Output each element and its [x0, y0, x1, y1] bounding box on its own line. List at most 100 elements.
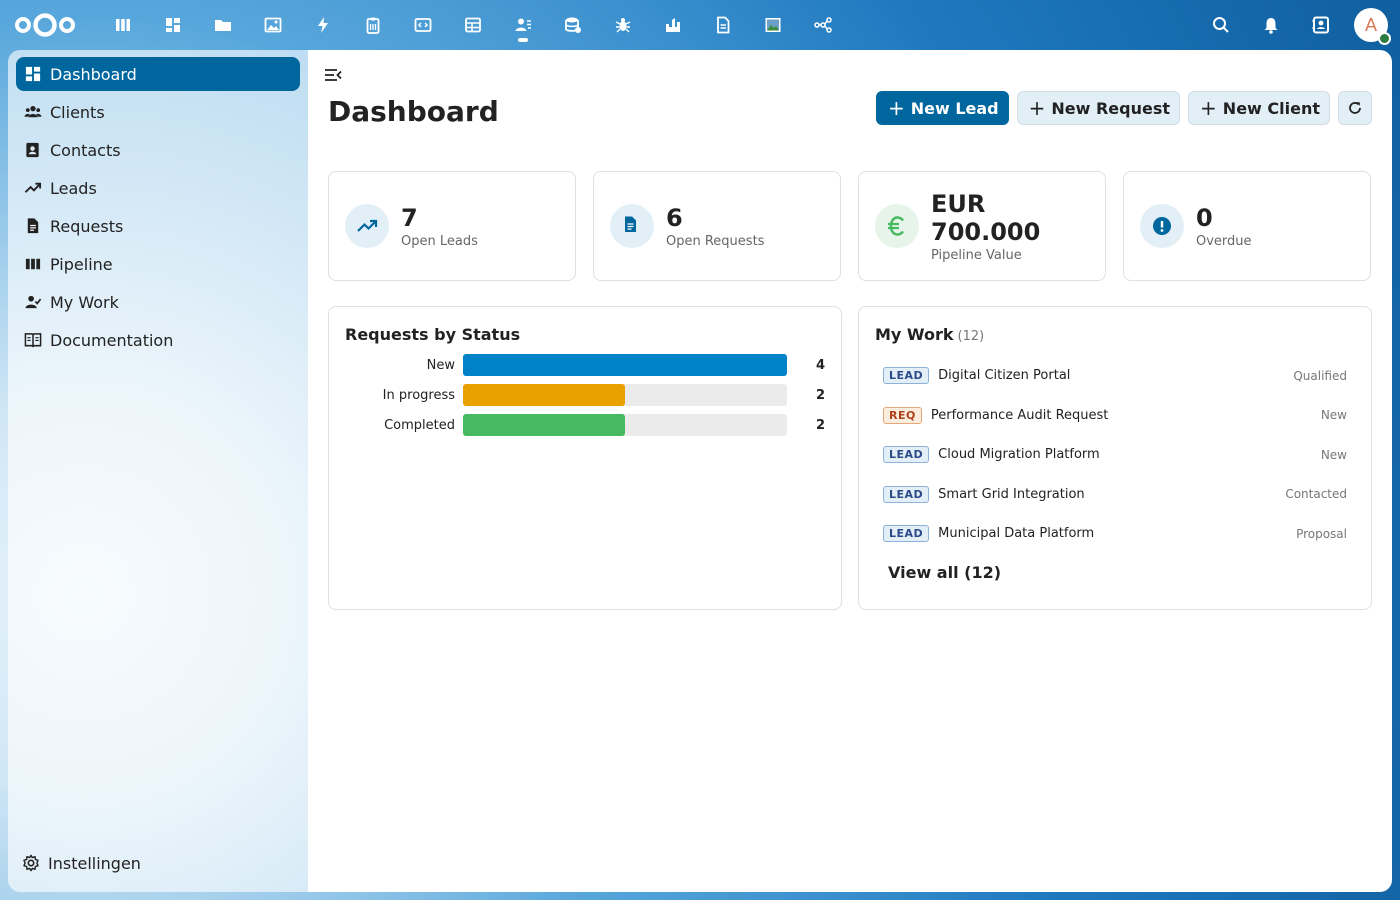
list-item[interactable]: LEAD Digital Citizen Portal Qualified: [875, 356, 1355, 396]
settings-label: Instellingen: [48, 853, 141, 873]
requests-card-title: Requests by Status: [345, 325, 521, 344]
files-app-icon[interactable]: [198, 0, 248, 50]
activity-app-icon[interactable]: [298, 0, 348, 50]
stat-label: Pipeline Value: [931, 247, 1022, 263]
work-item-name: Digital Citizen Portal: [938, 368, 1071, 384]
nextcloud-logo[interactable]: [14, 11, 76, 39]
work-item-name: Smart Grid Integration: [938, 486, 1085, 502]
dashboard-app-icon[interactable]: [148, 0, 198, 50]
castle-app-icon[interactable]: [648, 0, 698, 50]
work-item-name: Cloud Migration Platform: [938, 447, 1100, 463]
stat-card-open-requests: 6 Open Requests: [593, 171, 841, 281]
page-actions: + New Lead + New Request + New Client: [875, 91, 1372, 125]
sidebar-item-label: Contacts: [50, 140, 121, 160]
stat-card-pipeline-value: EUR 700.000 Pipeline Value: [858, 171, 1106, 281]
work-item-status: New: [1320, 408, 1347, 423]
user-check-icon: [25, 295, 42, 309]
sidebar-item-label: My Work: [50, 292, 119, 312]
new-lead-button[interactable]: + New Lead: [875, 91, 1009, 125]
trend-up-icon: [345, 204, 389, 248]
sidebar-item-dashboard[interactable]: Dashboard: [16, 57, 300, 91]
document-icon: [27, 218, 39, 234]
tables-app-icon[interactable]: [448, 0, 498, 50]
stat-value: 6: [666, 203, 683, 232]
stat-value: 0: [1196, 203, 1213, 232]
pipeline-icon: [25, 258, 41, 270]
user-avatar[interactable]: A: [1354, 8, 1391, 45]
search-icon[interactable]: [1196, 0, 1246, 50]
sidebar-toggle-icon[interactable]: [324, 68, 342, 82]
stat-value: EUR 700.000: [931, 189, 1041, 246]
view-all-link[interactable]: View all (12): [888, 563, 1001, 582]
stat-card-open-leads: 7 Open Leads: [328, 171, 576, 281]
sidebar-item-clients[interactable]: Clients: [16, 95, 300, 129]
list-item[interactable]: LEAD Municipal Data Platform Proposal: [875, 514, 1355, 554]
list-item[interactable]: REQ Performance Audit Request New: [875, 396, 1355, 436]
contacts-app-icon[interactable]: [498, 0, 548, 50]
new-client-label: New Client: [1222, 98, 1320, 118]
stat-card-overdue: 0 Overdue: [1123, 171, 1371, 281]
gear-icon: [23, 854, 39, 872]
top-bar: A: [0, 0, 1400, 50]
clipboard-app-icon[interactable]: [348, 0, 398, 50]
sidebar-item-label: Clients: [50, 102, 105, 122]
new-client-button[interactable]: + New Client: [1188, 91, 1330, 125]
contact-card-icon: [26, 142, 39, 158]
flow-app-icon[interactable]: [798, 0, 848, 50]
picture-app-icon[interactable]: [748, 0, 798, 50]
stat-label: Open Leads: [401, 233, 478, 249]
page-title: Dashboard: [328, 95, 499, 128]
type-badge: REQ: [883, 406, 922, 424]
deck-app-icon[interactable]: [98, 0, 148, 50]
work-item-status: Contacted: [1285, 487, 1347, 502]
sidebar-item-leads[interactable]: Leads: [16, 171, 300, 205]
app-menu: [98, 0, 848, 50]
database-app-icon[interactable]: [548, 0, 598, 50]
sidebar-item-contacts[interactable]: Contacts: [16, 133, 300, 167]
work-item-name: Performance Audit Request: [930, 407, 1109, 423]
type-badge: LEAD: [883, 446, 930, 464]
code-app-icon[interactable]: [398, 0, 448, 50]
trend-icon: [24, 182, 42, 193]
book-icon: [24, 333, 42, 348]
list-item[interactable]: LEAD Smart Grid Integration Contacted: [875, 475, 1355, 515]
sidebar-item-my-work[interactable]: My Work: [16, 285, 300, 319]
users-icon: [24, 106, 42, 118]
stat-label: Open Requests: [666, 233, 765, 249]
stats-row: 7 Open Leads 6 Open Requests EUR 700.000 …: [328, 171, 1371, 281]
sidebar-item-label: Dashboard: [50, 64, 137, 84]
sidebar-item-pipeline[interactable]: Pipeline: [16, 247, 300, 281]
sidebar-item-label: Pipeline: [50, 254, 113, 274]
euro-icon: [875, 204, 919, 248]
bar: [463, 354, 787, 376]
refresh-button[interactable]: [1338, 91, 1372, 125]
refresh-icon: [1349, 102, 1361, 114]
my-work-list: LEAD Digital Citizen Portal Qualified RE…: [875, 356, 1355, 554]
notifications-bell-icon[interactable]: [1246, 0, 1296, 50]
sidebar-item-label: Leads: [50, 178, 97, 198]
stat-label: Overdue: [1196, 233, 1252, 249]
main-content: Dashboard + New Lead + New Request + New…: [308, 50, 1392, 892]
plus-icon: +: [887, 96, 905, 120]
work-item-status: Proposal: [1296, 526, 1347, 541]
new-request-button[interactable]: + New Request: [1016, 91, 1181, 125]
type-badge: LEAD: [883, 367, 930, 385]
sidebar-item-requests[interactable]: Requests: [16, 209, 300, 243]
sidebar-item-label: Requests: [50, 216, 124, 236]
bug-app-icon[interactable]: [598, 0, 648, 50]
work-item-status: New: [1320, 447, 1347, 462]
work-item-name: Municipal Data Platform: [938, 526, 1095, 542]
type-badge: LEAD: [883, 485, 930, 503]
bar-value-label: 2: [816, 418, 825, 433]
alert-icon: [1140, 204, 1184, 248]
requests-by-status-card: Requests by Status New 4 In progress 2 Compl…: [328, 306, 842, 610]
photos-app-icon[interactable]: [248, 0, 298, 50]
dashboard-icon: [25, 66, 41, 82]
settings-button[interactable]: Instellingen: [16, 846, 141, 880]
sidebar-item-documentation[interactable]: Documentation: [16, 323, 300, 357]
contacts-menu-icon[interactable]: [1296, 0, 1346, 50]
list-item[interactable]: LEAD Cloud Migration Platform New: [875, 435, 1355, 475]
bar: [463, 414, 625, 436]
document-app-icon[interactable]: [698, 0, 748, 50]
sidebar-item-label: Documentation: [50, 330, 174, 350]
